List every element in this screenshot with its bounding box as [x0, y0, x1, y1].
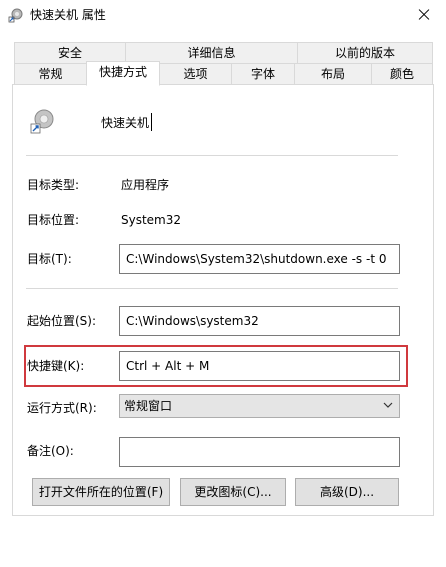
shortcut-app-icon: [30, 109, 54, 134]
shortcut-app-icon: [8, 8, 23, 23]
window-title: 快速关机 属性: [30, 8, 106, 22]
tab-colors[interactable]: 颜色: [371, 63, 433, 85]
tab-previous-versions[interactable]: 以前的版本: [297, 42, 433, 64]
hotkey-highlight-box: [24, 345, 408, 387]
advanced-button[interactable]: 高级(D)...: [295, 478, 399, 506]
text-cursor: [151, 113, 152, 131]
run-select-value: 常规窗口: [124, 399, 173, 413]
tab-general[interactable]: 常规: [14, 63, 87, 85]
divider: [26, 288, 398, 289]
target-location-label: 目标位置:: [27, 213, 80, 227]
target-type-value: 应用程序: [121, 178, 170, 192]
close-button[interactable]: [402, 0, 446, 30]
tab-options[interactable]: 选项: [159, 63, 232, 85]
target-label: 目标(T):: [27, 252, 72, 266]
chevron-down-icon: [383, 402, 393, 408]
start-in-input[interactable]: C:\Windows\system32: [119, 306, 400, 336]
run-label: 运行方式(R):: [27, 401, 97, 415]
target-location-value: System32: [121, 213, 182, 227]
shortcut-name[interactable]: 快速关机: [101, 116, 149, 130]
tab-layout[interactable]: 布局: [294, 63, 372, 85]
tab-font[interactable]: 字体: [231, 63, 295, 85]
target-type-label: 目标类型:: [27, 178, 80, 192]
comment-label: 备注(O):: [27, 444, 74, 458]
open-file-location-button[interactable]: 打开文件所在的位置(F): [32, 478, 170, 506]
start-in-label: 起始位置(S):: [27, 314, 97, 328]
tab-shortcut[interactable]: 快捷方式: [86, 61, 160, 86]
run-select[interactable]: 常规窗口: [119, 394, 400, 418]
divider: [26, 155, 398, 156]
title-bar: 快速关机 属性: [0, 0, 446, 30]
comment-input[interactable]: [119, 437, 400, 467]
target-input[interactable]: C:\Windows\System32\shutdown.exe -s -t 0: [119, 244, 400, 274]
change-icon-button[interactable]: 更改图标(C)...: [180, 478, 286, 506]
